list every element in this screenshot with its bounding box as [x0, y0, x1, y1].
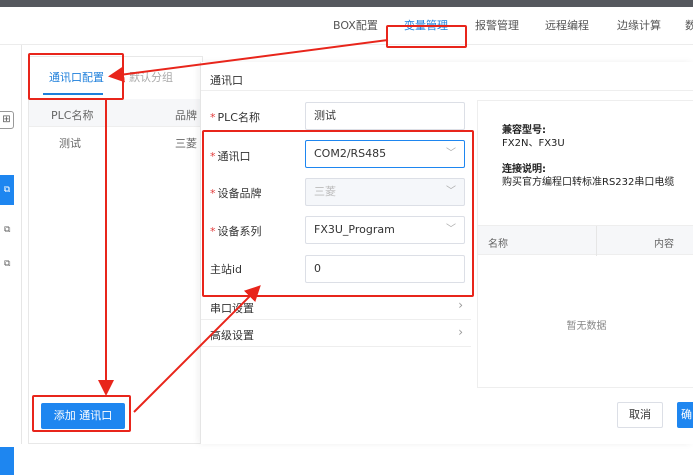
- tab-active-indicator: [43, 93, 103, 95]
- station-id-label: 主站id: [210, 263, 243, 276]
- table-row[interactable]: 测试 三菱: [29, 127, 204, 157]
- chevron-down-icon: ﹀: [446, 224, 456, 235]
- row-brand: 三菱: [175, 137, 197, 150]
- sidebar-action-button[interactable]: [0, 447, 14, 475]
- tab-default-group[interactable]: 默认分组: [129, 69, 173, 85]
- port-select[interactable]: COM2/RS485 ﹀: [305, 140, 465, 168]
- nav-active-indicator: [398, 46, 460, 48]
- column-name: 名称: [488, 239, 508, 250]
- copy-icon[interactable]: ⧉: [0, 175, 14, 205]
- advanced-settings-label: 高级设置: [210, 329, 254, 342]
- info-table-header: 名称 内容: [478, 225, 693, 256]
- row-plc-name: 测试: [59, 137, 81, 150]
- chevron-right-icon: ›: [458, 298, 463, 312]
- nav-variable-management[interactable]: 变量管理: [404, 17, 448, 33]
- serial-settings-label: 串口设置: [210, 302, 254, 315]
- nav-edge-computing[interactable]: 边缘计算: [617, 17, 661, 33]
- port-label-text: 通讯口: [217, 150, 251, 163]
- column-brand: 品牌: [175, 109, 197, 122]
- series-select[interactable]: FX3U_Program ﹀: [305, 216, 465, 244]
- compat-value: FX2N、FX3U: [502, 138, 565, 149]
- port-label: * 通讯口: [210, 148, 251, 164]
- cancel-button[interactable]: 取消: [617, 402, 663, 428]
- empty-state: 暂无数据: [566, 321, 607, 332]
- chevron-right-icon: ›: [458, 325, 463, 339]
- serial-settings-row[interactable]: 串口设置 ›: [201, 294, 471, 320]
- column-content: 内容: [654, 239, 674, 250]
- brand-label: * 设备品牌: [210, 185, 262, 201]
- nav-alarm-management[interactable]: 报警管理: [475, 17, 519, 33]
- divider: [201, 90, 693, 91]
- copy-icon[interactable]: ⧉: [4, 225, 10, 235]
- plc-name-label-text: PLC名称: [217, 111, 260, 124]
- top-navigation: BOX配置 变量管理 报警管理 远程编程 边缘计算 数: [0, 7, 693, 48]
- series-select-value: FX3U_Program: [314, 223, 395, 236]
- brand-select-value: 三菱: [314, 185, 336, 198]
- series-label: * 设备系列: [210, 223, 262, 239]
- nav-remote-programming[interactable]: 远程编程: [545, 17, 589, 33]
- nav-box-config[interactable]: BOX配置: [333, 17, 378, 33]
- port-select-value: COM2/RS485: [314, 147, 387, 160]
- copy-icon[interactable]: ⧉: [4, 259, 10, 269]
- add-box-icon[interactable]: ⊞: [0, 111, 14, 129]
- required-mark: *: [210, 187, 216, 200]
- column-plc-name: PLC名称: [51, 109, 94, 122]
- add-port-button[interactable]: 添加 通讯口: [41, 403, 125, 429]
- chevron-down-icon: ﹀: [446, 148, 456, 159]
- plc-name-input[interactable]: 测试: [305, 102, 465, 130]
- nav-data[interactable]: 数: [685, 17, 693, 33]
- required-mark: *: [210, 111, 216, 124]
- window-top-strip: [0, 0, 693, 7]
- tab-port-config[interactable]: 通讯口配置: [49, 69, 104, 85]
- device-info-panel: 兼容型号: FX2N、FX3U 连接说明: 购买官方编程口转标准RS232串口电…: [477, 100, 693, 388]
- series-label-text: 设备系列: [217, 225, 262, 238]
- required-mark: *: [210, 150, 216, 163]
- left-sidebar-strip: ⊞ ⧉ ⧉ ⧉: [0, 45, 22, 475]
- confirm-button[interactable]: 确: [677, 402, 693, 428]
- dialog-title: 通讯口: [210, 74, 243, 87]
- port-panel: 通讯口配置 默认分组 PLC名称 品牌 测试 三菱 添加 通讯口: [28, 56, 204, 444]
- brand-select: 三菱 ﹀: [305, 178, 465, 206]
- connection-value: 购买官方编程口转标准RS232串口电缆: [502, 177, 675, 188]
- plc-name-label: * PLC名称: [210, 109, 260, 125]
- table-header: PLC名称 品牌: [29, 99, 204, 127]
- divider: [596, 226, 597, 256]
- brand-label-text: 设备品牌: [217, 187, 262, 200]
- port-dialog: 通讯口 * PLC名称 测试 * 通讯口 COM2/RS485 ﹀ * 设备品牌 三菱 ﹀…: [200, 62, 693, 444]
- required-mark: *: [210, 225, 216, 238]
- chevron-down-icon: ﹀: [446, 186, 456, 197]
- station-id-input[interactable]: 0: [305, 255, 465, 283]
- advanced-settings-row[interactable]: 高级设置 ›: [201, 321, 471, 347]
